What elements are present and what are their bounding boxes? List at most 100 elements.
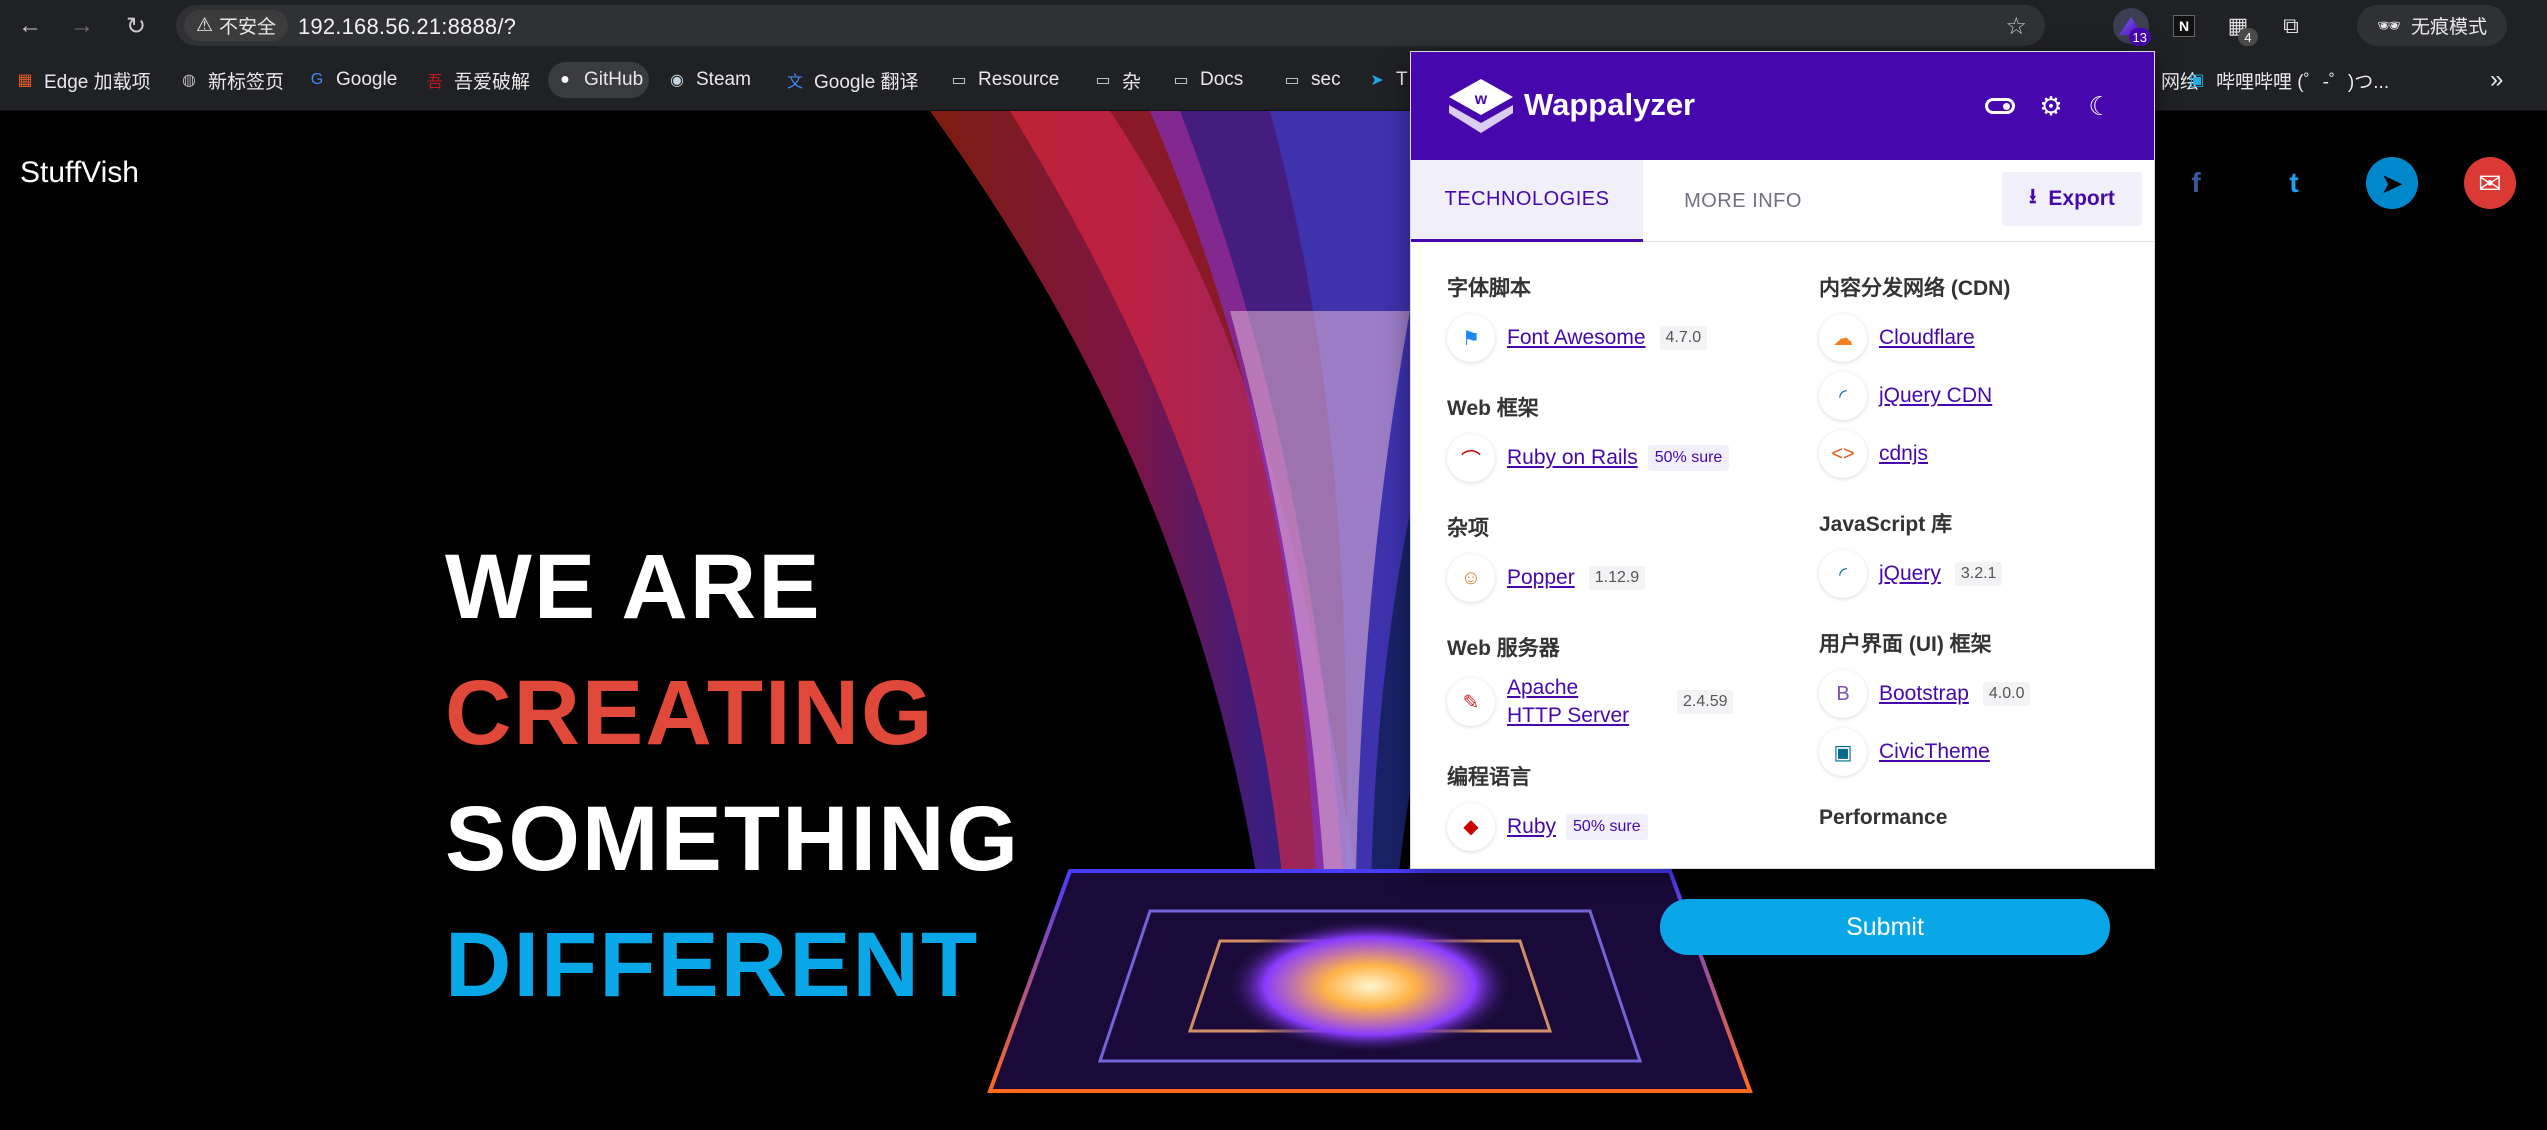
technology-link[interactable]: Apache HTTP Server xyxy=(1507,674,1637,731)
apache-http-server-icon: ✎ xyxy=(1447,678,1495,727)
cdnjs-icon: <> xyxy=(1819,430,1867,478)
bookmarks-overflow-button[interactable]: » xyxy=(2484,62,2509,98)
technology-category: JavaScript 库 ◜ jQuery 3.2.1 xyxy=(1819,508,2154,598)
notion-extension-button[interactable]: N xyxy=(2166,8,2202,44)
settings-button[interactable]: ⚙ xyxy=(2035,90,2067,122)
email-link[interactable]: ✉ xyxy=(2464,157,2516,209)
bookmark-label: T xyxy=(1396,69,1408,90)
technology-link[interactable]: Cloudflare xyxy=(1879,324,1975,352)
bookmark-item[interactable]: ◍ 新标签页 xyxy=(172,62,290,98)
cloudflare-icon: ☁ xyxy=(1819,314,1867,362)
category-title: 用户界面 (UI) 框架 xyxy=(1819,633,1992,656)
technology-link[interactable]: CivicTheme xyxy=(1879,738,1990,766)
bookmark-label: Resource xyxy=(978,69,1060,90)
site-brand[interactable]: StuffVish xyxy=(20,156,139,190)
export-button[interactable]: ⭳ Export xyxy=(2002,172,2142,226)
category-title: 字体脚本 xyxy=(1447,277,1531,300)
right-category-column: 内容分发网络 (CDN) ☁ Cloudflare ◜ jQuery CDN <> cdnj… xyxy=(1819,242,2154,842)
popper-icon: ☺ xyxy=(1447,554,1495,602)
wappalyzer-tabs: TECHNOLOGIES MORE INFO ⭳ Export xyxy=(1411,160,2154,242)
incognito-indicator[interactable]: 🕶 无痕模式 xyxy=(2356,5,2507,46)
qr-extension-button[interactable]: ▦ 4 xyxy=(2220,8,2258,46)
bookmark-item[interactable]: 文 Google 翻译 xyxy=(778,62,925,98)
bookmark-label: Google xyxy=(336,69,398,90)
bookmark-label: Google 翻译 xyxy=(814,71,919,93)
notion-icon: N xyxy=(2172,15,2196,37)
bilibili-icon: ▣ xyxy=(2189,72,2205,89)
technology-link[interactable]: cdnjs xyxy=(1879,440,1928,468)
wappalyzer-logo-icon: w xyxy=(1449,79,1513,133)
bookmark-item[interactable]: ▭ 杂 xyxy=(1086,62,1147,98)
bookmark-item[interactable]: 吾吾爱破解 xyxy=(418,62,536,98)
font-awesome-icon: ⚑ xyxy=(1447,314,1495,362)
technology-link[interactable]: Ruby on Rails xyxy=(1507,444,1638,472)
bookmark-item[interactable]: G Google xyxy=(300,62,403,98)
bookmark-favicon-icon: ● xyxy=(560,71,570,88)
technology-link[interactable]: Bootstrap xyxy=(1879,680,1969,708)
bookmark-item[interactable]: ▦ Edge 加载项 xyxy=(8,62,157,98)
left-category-column: 字体脚本 ⚑ Font Awesome 4.7.0 Web 框架 ⌒ Ruby on Rai… xyxy=(1447,242,1797,861)
category-title: 杂项 xyxy=(1447,517,1489,540)
hero-line-1: WE ARE xyxy=(445,536,822,638)
bookmark-item[interactable]: ◉ Steam xyxy=(660,62,757,98)
technology-category: 编程语言 ◆ Ruby 50% sure xyxy=(1447,761,1797,851)
technology-item: ✎ Apache HTTP Server 2.4.59 xyxy=(1447,674,1797,731)
download-icon: ⭳ xyxy=(2029,184,2037,208)
chevron-double-right-icon: » xyxy=(2490,66,2504,93)
forward-arrow-icon: → xyxy=(70,12,94,39)
bookmark-favicon-icon: G xyxy=(310,71,324,88)
facebook-link[interactable]: f xyxy=(2170,157,2222,209)
reload-button[interactable]: ↻ xyxy=(118,8,154,44)
bookmark-bilibili[interactable]: ▣ 哔哩哔哩 (゜-゜)つ... xyxy=(2180,62,2395,98)
submit-button[interactable]: Submit xyxy=(1660,899,2110,955)
technology-link[interactable]: Ruby xyxy=(1507,813,1556,841)
bookmark-star-icon[interactable]: ☆ xyxy=(2005,12,2027,41)
bootstrap-icon: B xyxy=(1819,670,1867,718)
moon-icon: ☾ xyxy=(2088,90,2112,121)
technology-item: ◜ jQuery CDN xyxy=(1819,372,2154,420)
bookmark-item[interactable]: ▭ sec xyxy=(1275,62,1347,98)
technology-link[interactable]: Popper xyxy=(1507,564,1575,592)
site-security-chip[interactable]: ⚠ 不安全 xyxy=(184,10,289,41)
jquery-icon: ◜ xyxy=(1819,550,1867,598)
bookmark-item[interactable]: ● GitHub xyxy=(548,62,650,98)
tab-technologies[interactable]: TECHNOLOGIES xyxy=(1411,160,1643,242)
version-badge: 2.4.59 xyxy=(1677,690,1734,715)
back-button[interactable]: ← xyxy=(12,8,48,44)
technologies-list: 字体脚本 ⚑ Font Awesome 4.7.0 Web 框架 ⌒ Ruby on Rai… xyxy=(1411,242,2154,868)
bookmark-item[interactable]: ▭ Docs xyxy=(1164,62,1249,98)
extensions-menu-button[interactable]: ⧉ xyxy=(2273,8,2309,44)
technology-link[interactable]: Font Awesome xyxy=(1507,324,1646,352)
toggle-icon xyxy=(1985,98,2015,114)
forward-button[interactable]: → xyxy=(64,8,100,44)
wappalyzer-header: w Wappalyzer ⚙ ☾ xyxy=(1411,52,2154,160)
address-bar[interactable]: ⚠ 不安全 192.168.56.21:8888/? ☆ xyxy=(176,5,2045,46)
hero-line-4: DIFFERENT xyxy=(445,914,980,1016)
wappalyzer-popup: w Wappalyzer ⚙ ☾ TECHNOLOGIES MORE INFO … xyxy=(1410,51,2155,869)
telegram-link[interactable]: ➤ xyxy=(2366,157,2418,209)
bookmark-favicon-icon: ◉ xyxy=(670,72,684,89)
reload-icon: ↻ xyxy=(125,12,147,40)
bookmark-favicon-icon: ➤ xyxy=(1370,72,1384,89)
twitter-link[interactable]: t xyxy=(2268,157,2320,209)
technology-item: ☁ Cloudflare xyxy=(1819,314,2154,362)
technology-link[interactable]: jQuery xyxy=(1879,560,1941,588)
theme-toggle-button[interactable]: ☾ xyxy=(2084,90,2116,122)
toggle-switch[interactable] xyxy=(1984,90,2016,122)
facebook-icon: f xyxy=(2191,167,2201,198)
tab-more-info[interactable]: MORE INFO xyxy=(1643,160,1843,242)
folder-icon: ▭ xyxy=(1284,72,1300,89)
bookmark-label: 新标签页 xyxy=(208,71,285,93)
category-title: Web 服务器 xyxy=(1447,637,1560,660)
wappalyzer-extension-button[interactable]: 13 xyxy=(2113,8,2151,46)
confidence-badge: 50% sure xyxy=(1647,445,1730,471)
technology-link[interactable]: jQuery CDN xyxy=(1879,382,1992,410)
ruby-icon: ◆ xyxy=(1447,802,1495,851)
bookmark-favicon-icon: 吾 xyxy=(426,74,443,91)
folder-icon: ▭ xyxy=(951,72,967,89)
category-title: 编程语言 xyxy=(1447,765,1531,789)
web-page: StuffVish WE ARE CREATING SOMETHING DIFF… xyxy=(0,111,2547,1130)
bookmark-item[interactable]: ➤ T xyxy=(1360,62,1414,98)
url-text[interactable]: 192.168.56.21:8888/? xyxy=(298,14,516,40)
bookmark-item[interactable]: ▭ Resource xyxy=(942,62,1065,98)
